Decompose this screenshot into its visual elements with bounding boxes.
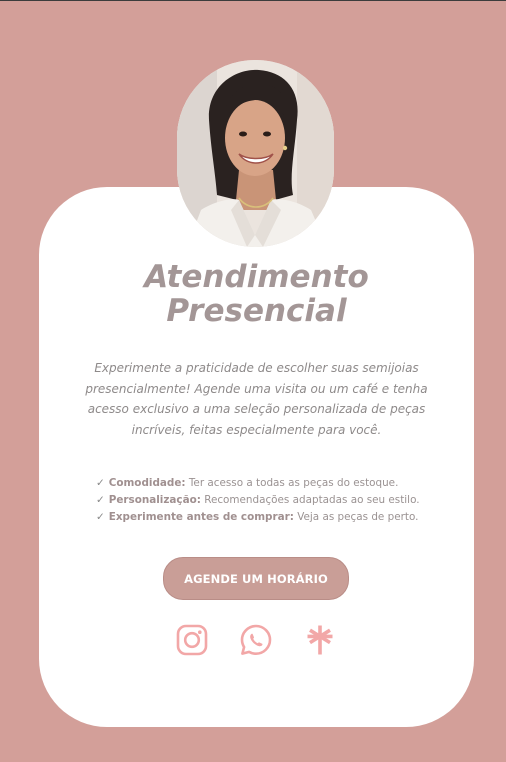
feature-text: Veja as peças de perto. (293, 511, 419, 523)
feature-label: Comodidade: (108, 477, 186, 489)
title-line-1: Atendimento (144, 259, 369, 295)
feature-label: Personalização: (108, 494, 201, 506)
description-line: presencialmente! Agende uma visita ou um… (85, 381, 428, 396)
avatar (177, 60, 334, 247)
description: Experimente a praticidade de escolher su… (80, 358, 433, 440)
description-line: acesso exclusivo a uma seleção personali… (87, 402, 426, 416)
top-border (0, 0, 506, 1)
feature-text: Recomendações adaptadas ao seu estilo. (200, 494, 420, 506)
page-title: Atendimento Presencial (39, 260, 474, 328)
check-icon: ✓ (96, 477, 105, 489)
check-icon: ✓ (96, 511, 105, 523)
feature-list: ✓ Comodidade: Ter acesso a todas as peças… (96, 475, 420, 526)
instagram-icon[interactable] (174, 622, 210, 658)
check-icon: ✓ (96, 494, 105, 506)
description-line: Experimente a praticidade de escolher su… (94, 361, 419, 375)
feature-item: ✓ Comodidade: Ter acesso a todas as peças… (96, 475, 420, 492)
feature-item: ✓ Experimente antes de comprar: Veja as p… (96, 509, 420, 526)
linktree-icon[interactable] (302, 622, 338, 658)
feature-label: Experimente antes de comprar: (108, 511, 294, 523)
title-line-2: Presencial (166, 293, 347, 329)
description-line: incríveis, feitas especialmente para voc… (131, 422, 382, 437)
schedule-button[interactable]: AGENDE UM HORÁRIO (163, 557, 349, 600)
feature-item: ✓ Personalização: Recomendações adaptadas… (96, 492, 420, 509)
schedule-button-label: AGENDE UM HORÁRIO (184, 571, 328, 586)
whatsapp-icon[interactable] (238, 622, 274, 658)
feature-text: Ter acesso a todas as peças do estoque. (185, 477, 399, 489)
